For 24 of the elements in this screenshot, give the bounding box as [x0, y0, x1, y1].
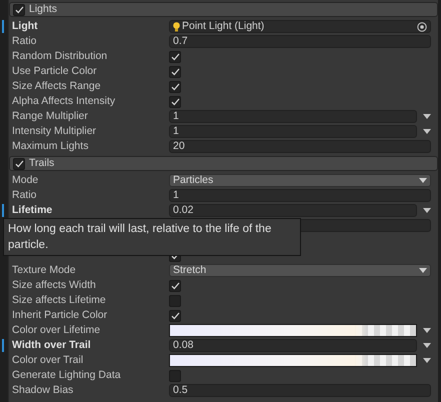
- field-label: Intensity Multiplier: [11, 124, 98, 139]
- field-label: Maximum Lights: [11, 138, 90, 154]
- field-label: Lifetime: [11, 202, 54, 218]
- tooltip: How long each trail will last, relative to the life of the particle.: [3, 218, 301, 256]
- field-label: Texture Mode: [11, 262, 77, 278]
- section-title: Lights: [29, 2, 58, 17]
- field-label: Color over Trail: [11, 352, 84, 368]
- field-label: Color over Lifetime: [11, 322, 102, 338]
- field-label: Size affects Width: [11, 278, 97, 293]
- field-label: Inherit Particle Color: [11, 308, 108, 323]
- field-label: Use Particle Color: [11, 64, 98, 79]
- field-label: Size affects Lifetime: [11, 292, 107, 308]
- field-label: Shadow Bias: [11, 382, 74, 398]
- field-label: Random Distribution: [11, 48, 108, 64]
- field-label: Ratio: [11, 188, 38, 203]
- section-title: Trails: [29, 156, 54, 171]
- field-label: Range Multiplier: [11, 108, 89, 124]
- field-label: Alpha Affects Intensity: [11, 94, 116, 109]
- field-label: Size Affects Range: [11, 78, 102, 94]
- field-label: Width over Trail: [11, 338, 92, 353]
- field-label: Ratio: [11, 34, 38, 49]
- field-label: Generate Lighting Data: [11, 368, 122, 383]
- field-label: Mode: [11, 172, 40, 188]
- field-label: Light: [11, 18, 39, 34]
